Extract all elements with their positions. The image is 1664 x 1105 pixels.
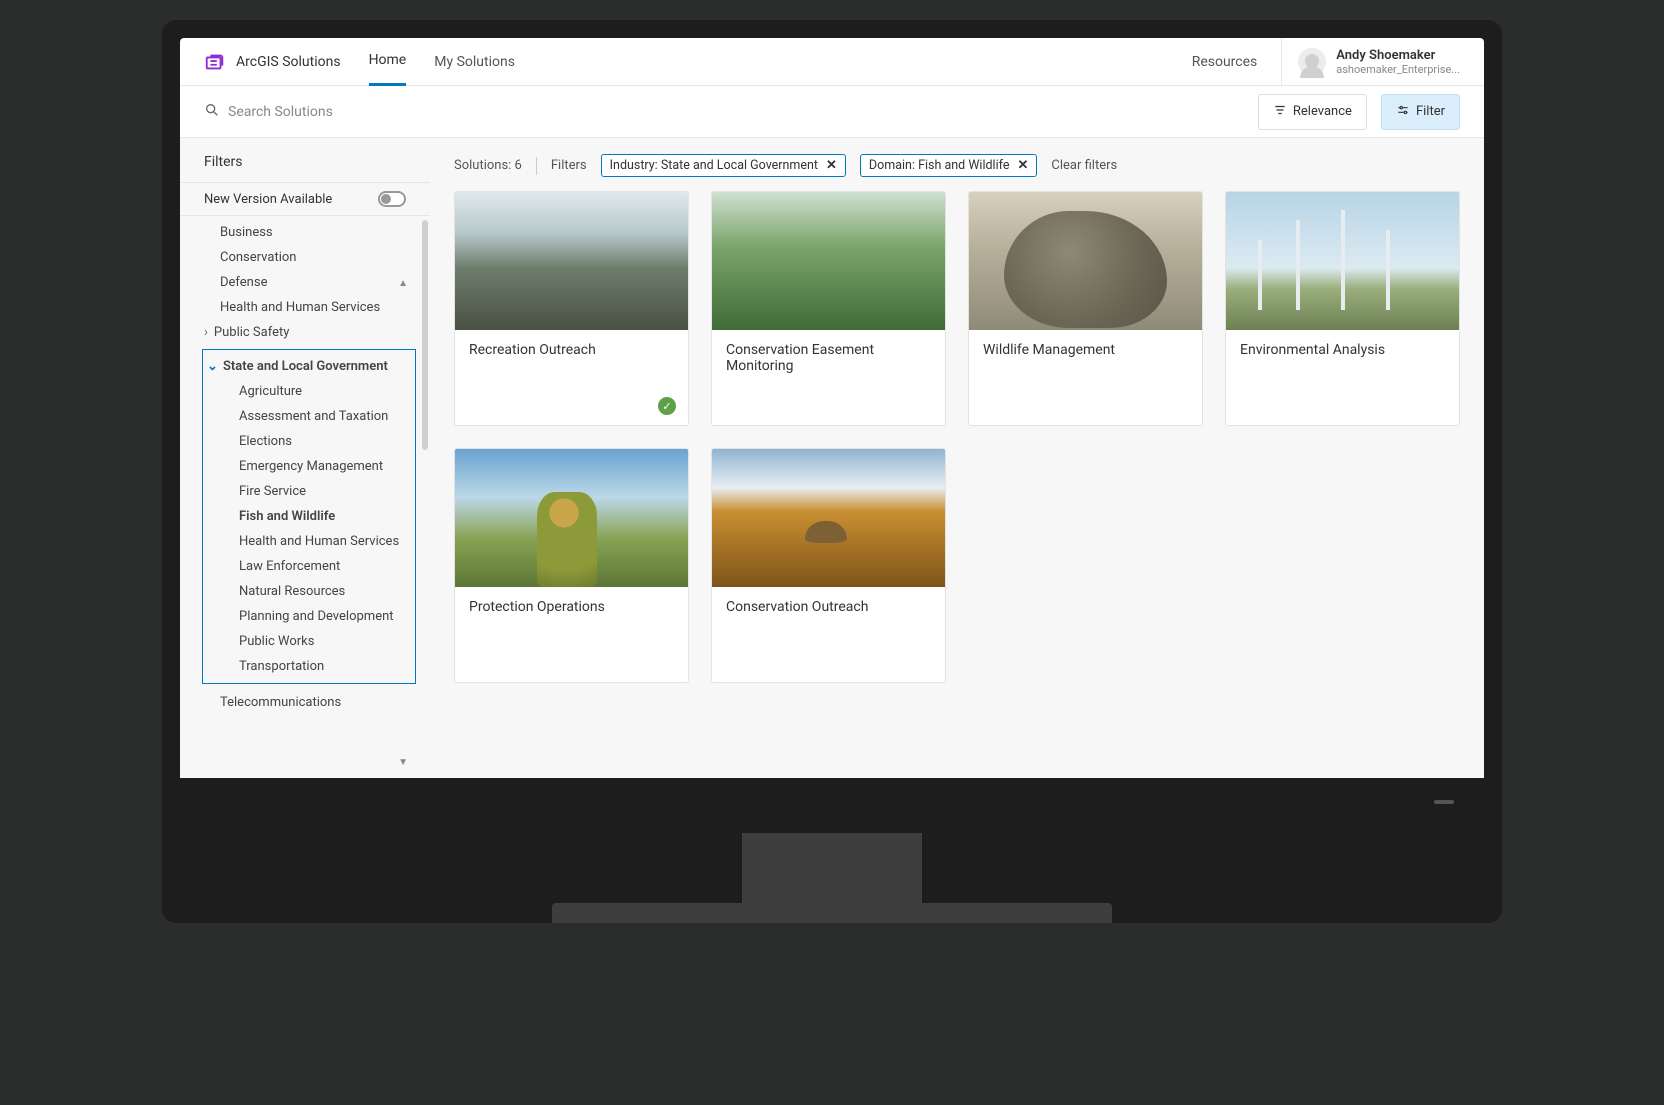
filter-sub-law-enforcement[interactable]: Law Enforcement xyxy=(203,554,415,579)
solution-card-conservation-easement[interactable]: Conservation Easement Monitoring xyxy=(711,191,946,426)
card-thumb xyxy=(969,192,1202,330)
nav-resources[interactable]: Resources xyxy=(1192,54,1258,70)
solution-card-environmental-analysis[interactable]: Environmental Analysis xyxy=(1225,191,1460,426)
filter-item-health-human-services[interactable]: Health and Human Services xyxy=(180,295,430,320)
filter-sliders-icon xyxy=(1396,103,1410,121)
search-bar: Relevance Filter xyxy=(180,86,1484,138)
filter-label: Filter xyxy=(1416,104,1445,119)
filter-sub-public-works[interactable]: Public Works xyxy=(203,629,415,654)
user-text: Andy Shoemaker ashoemaker_Enterprise... xyxy=(1336,48,1460,76)
divider xyxy=(536,157,537,175)
solution-cards-grid: Recreation Outreach ✓ Conservation Easem… xyxy=(454,191,1460,683)
filter-sub-assessment-taxation[interactable]: Assessment and Taxation xyxy=(203,404,415,429)
filters-sidebar: Filters New Version Available ▲ Business… xyxy=(180,138,430,778)
filter-item-conservation[interactable]: Conservation xyxy=(180,245,430,270)
filter-category-list: Business Conservation Defense Health and… xyxy=(180,216,430,715)
filter-sub-transportation[interactable]: Transportation xyxy=(203,654,415,679)
filter-sub-elections[interactable]: Elections xyxy=(203,429,415,454)
card-thumb xyxy=(455,192,688,330)
monitor-bezel-bottom xyxy=(180,778,1484,833)
deployed-check-icon: ✓ xyxy=(658,397,676,415)
results-panel: Solutions: 6 Filters Industry: State and… xyxy=(430,138,1484,778)
brand-logo-icon xyxy=(204,51,226,73)
chip-industry-remove-icon[interactable]: ✕ xyxy=(826,158,837,173)
search-icon xyxy=(204,102,220,122)
monitor-base xyxy=(552,903,1112,923)
filter-item-business[interactable]: Business xyxy=(180,220,430,245)
app-window: ArcGIS Solutions Home My Solutions Resou… xyxy=(180,38,1484,778)
card-title: Environmental Analysis xyxy=(1226,330,1459,425)
sort-icon xyxy=(1273,103,1287,121)
card-title: Recreation Outreach xyxy=(455,330,688,397)
solution-card-protection-operations[interactable]: Protection Operations xyxy=(454,448,689,683)
clear-filters-link[interactable]: Clear filters xyxy=(1051,158,1117,173)
top-nav: ArcGIS Solutions Home My Solutions Resou… xyxy=(180,38,1484,86)
filter-sub-emergency-management[interactable]: Emergency Management xyxy=(203,454,415,479)
nav-my-solutions[interactable]: My Solutions xyxy=(434,38,515,86)
card-thumb xyxy=(1226,192,1459,330)
filter-chips-row: Solutions: 6 Filters Industry: State and… xyxy=(454,154,1460,177)
filter-sub-health-human-services[interactable]: Health and Human Services xyxy=(203,529,415,554)
filter-item-defense[interactable]: Defense xyxy=(180,270,430,295)
solution-card-wildlife-management[interactable]: Wildlife Management xyxy=(968,191,1203,426)
chip-domain-remove-icon[interactable]: ✕ xyxy=(1017,158,1028,173)
filter-group-title[interactable]: State and Local Government xyxy=(203,354,415,379)
solution-card-recreation-outreach[interactable]: Recreation Outreach ✓ xyxy=(454,191,689,426)
monitor-frame: ArcGIS Solutions Home My Solutions Resou… xyxy=(162,20,1502,923)
card-thumb xyxy=(712,192,945,330)
filter-group-state-local-gov: State and Local Government Agriculture A… xyxy=(202,349,416,684)
chip-domain: Domain: Fish and Wildlife ✕ xyxy=(860,154,1037,177)
filter-sub-fire-service[interactable]: Fire Service xyxy=(203,479,415,504)
avatar-icon xyxy=(1298,48,1326,76)
nav-home[interactable]: Home xyxy=(369,38,407,86)
filter-sub-agriculture[interactable]: Agriculture xyxy=(203,379,415,404)
card-thumb xyxy=(455,449,688,587)
filter-item-public-safety[interactable]: Public Safety xyxy=(180,320,430,345)
new-version-toggle[interactable] xyxy=(378,191,406,207)
new-version-toggle-row: New Version Available xyxy=(180,182,430,216)
solution-card-conservation-outreach[interactable]: Conservation Outreach xyxy=(711,448,946,683)
filters-title: Filters xyxy=(180,154,430,182)
filter-sub-fish-wildlife[interactable]: Fish and Wildlife xyxy=(203,504,415,529)
chip-industry-label: Industry: State and Local Government xyxy=(610,158,818,173)
solutions-count: Solutions: 6 xyxy=(454,158,522,173)
search-input[interactable] xyxy=(228,104,1258,120)
card-title: Wildlife Management xyxy=(969,330,1202,425)
filter-item-telecommunications[interactable]: Telecommunications xyxy=(180,690,430,715)
new-version-label: New Version Available xyxy=(204,192,332,207)
relevance-label: Relevance xyxy=(1293,104,1352,119)
card-title: Protection Operations xyxy=(455,587,688,682)
card-thumb xyxy=(712,449,945,587)
filter-sub-natural-resources[interactable]: Natural Resources xyxy=(203,579,415,604)
filter-toggle-button[interactable]: Filter xyxy=(1381,94,1460,130)
filter-sub-planning-development[interactable]: Planning and Development xyxy=(203,604,415,629)
search-bar-actions: Relevance Filter xyxy=(1258,94,1460,130)
user-menu[interactable]: Andy Shoemaker ashoemaker_Enterprise... xyxy=(1281,38,1460,86)
chip-industry: Industry: State and Local Government ✕ xyxy=(601,154,846,177)
sort-relevance-button[interactable]: Relevance xyxy=(1258,94,1367,130)
chip-domain-label: Domain: Fish and Wildlife xyxy=(869,158,1010,173)
scrollbar-thumb[interactable] xyxy=(422,220,428,450)
content-body: Filters New Version Available ▲ Business… xyxy=(180,138,1484,778)
monitor-led-icon xyxy=(1434,800,1454,804)
monitor-neck xyxy=(742,833,922,903)
user-subtitle: ashoemaker_Enterprise... xyxy=(1336,63,1460,76)
brand-title: ArcGIS Solutions xyxy=(236,54,341,70)
card-title: Conservation Outreach xyxy=(712,587,945,682)
scroll-down-icon[interactable]: ▼ xyxy=(398,757,408,768)
card-title: Conservation Easement Monitoring xyxy=(712,330,945,425)
filters-label: Filters xyxy=(551,158,587,173)
user-name: Andy Shoemaker xyxy=(1336,48,1460,63)
